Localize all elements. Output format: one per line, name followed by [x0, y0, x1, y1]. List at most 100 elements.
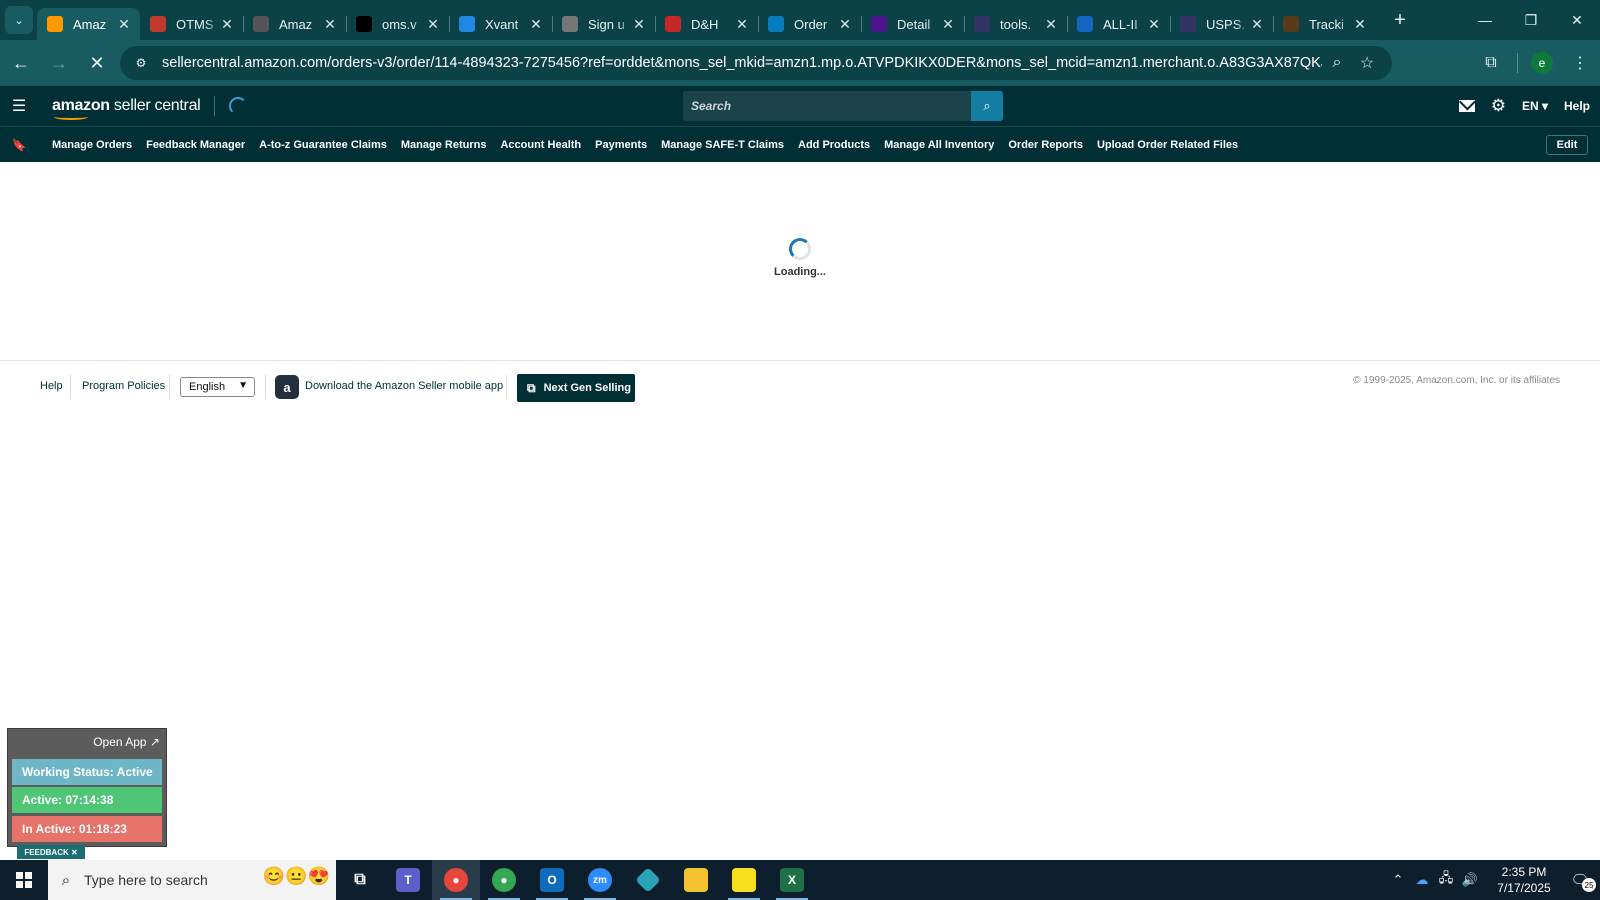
footer-help-link[interactable]: Help	[40, 380, 63, 392]
browser-tab[interactable]: USPS. ✕	[1170, 8, 1273, 40]
nav-link[interactable]: Feedback Manager	[146, 139, 245, 151]
nav-link[interactable]: Upload Order Related Files	[1097, 139, 1238, 151]
zoom-icon[interactable]: ⌕	[1322, 54, 1352, 72]
kebab-menu-icon[interactable]: ⋮	[1562, 45, 1598, 81]
program-policies-link[interactable]: Program Policies	[82, 380, 165, 392]
seller-central-logo[interactable]: amazon seller central	[52, 97, 201, 120]
close-window-button[interactable]: ✕	[1554, 0, 1600, 40]
browser-tab[interactable]: Tracki ✕	[1273, 8, 1376, 40]
stop-loading-button[interactable]: ✕	[80, 46, 114, 80]
browser-tab[interactable]: Sign u ✕	[552, 8, 655, 40]
close-icon[interactable]: ✕	[116, 16, 132, 33]
close-icon[interactable]: ✕	[1249, 16, 1265, 33]
working-status: Working Status: Active	[12, 759, 162, 785]
nav-link[interactable]: Order Reports	[1008, 139, 1083, 151]
restore-button[interactable]: ❐	[1508, 0, 1554, 40]
language-selector[interactable]: EN ▾	[1522, 99, 1548, 113]
close-icon[interactable]: ✕	[322, 16, 338, 33]
task-view-button[interactable]: ⧉	[336, 860, 384, 900]
close-icon[interactable]: ✕	[528, 16, 544, 33]
nav-link[interactable]: Manage All Inventory	[884, 139, 994, 151]
app-diamond[interactable]	[624, 860, 672, 900]
address-bar[interactable]: ⚙ sellercentral.amazon.com/orders-v3/ord…	[120, 46, 1392, 80]
notification-center-button[interactable]: 🗨 25	[1560, 860, 1600, 900]
network-icon[interactable]: 🖧	[1434, 869, 1458, 891]
chrome-profile-app[interactable]: ●	[480, 860, 528, 900]
open-app-link[interactable]: Open App ↗	[93, 735, 160, 749]
site-info-icon[interactable]: ⚙	[126, 56, 156, 70]
nav-link[interactable]: Manage SAFE-T Claims	[661, 139, 784, 151]
start-button[interactable]	[0, 860, 48, 900]
chevron-up-icon[interactable]: ⌃	[1386, 872, 1410, 888]
nav-link[interactable]: Add Products	[798, 139, 870, 151]
nav-link[interactable]: Account Health	[500, 139, 581, 151]
browser-tab[interactable]: Order ✕	[758, 8, 861, 40]
sticky-notes-app[interactable]	[720, 860, 768, 900]
close-icon[interactable]: ✕	[837, 16, 853, 33]
seller-central-header: ☰ amazon seller central Search ⌕ ⚙ EN ▾ …	[0, 86, 1600, 126]
close-icon[interactable]: ✕	[1352, 16, 1368, 33]
tab-search-button[interactable]: ⌄	[5, 6, 33, 34]
browser-tab[interactable]: ALL-II ✕	[1067, 8, 1170, 40]
browser-tab[interactable]: Xvant ✕	[449, 8, 552, 40]
close-icon[interactable]: ✕	[1146, 16, 1162, 33]
browser-tab[interactable]: D&H ✕	[655, 8, 758, 40]
search-input[interactable]: Search	[683, 91, 971, 121]
x-logo-icon	[459, 16, 475, 32]
browser-tab[interactable]: Amaz ✕	[37, 8, 140, 40]
url-text[interactable]: sellercentral.amazon.com/orders-v3/order…	[162, 55, 1322, 71]
minimize-button[interactable]: —	[1462, 0, 1508, 40]
nav-link[interactable]: Payments	[595, 139, 647, 151]
zoom-app[interactable]: zm	[576, 860, 624, 900]
hamburger-menu-icon[interactable]: ☰	[0, 96, 38, 116]
close-icon[interactable]: ✕	[219, 16, 235, 33]
bookmark-star-icon[interactable]: ☆	[1352, 53, 1382, 73]
close-icon[interactable]: ✕	[940, 16, 956, 33]
new-tab-button[interactable]: +	[1386, 9, 1414, 32]
loading-spinner-icon	[229, 97, 248, 115]
download-app-link[interactable]: Download the Amazon Seller mobile app	[305, 380, 503, 392]
bookmark-icon[interactable]: 🔖	[0, 138, 38, 152]
outlook-app[interactable]: O	[528, 860, 576, 900]
tab-title: Sign u	[588, 16, 625, 32]
chrome-app[interactable]: ●	[432, 860, 480, 900]
file-explorer-app[interactable]	[672, 860, 720, 900]
browser-tab[interactable]: oms.v ✕	[346, 8, 449, 40]
nav-link[interactable]: Manage Orders	[52, 139, 132, 151]
next-gen-selling-label: Next Gen Selling	[543, 382, 631, 394]
close-icon[interactable]: ✕	[631, 16, 647, 33]
teams-app[interactable]: T	[384, 860, 432, 900]
browser-tab[interactable]: Detail ✕	[861, 8, 964, 40]
edit-bookmarks-button[interactable]: Edit	[1546, 135, 1588, 155]
feedback-tab[interactable]: FEEDBACK ✕	[17, 845, 85, 859]
footer-divider	[169, 375, 170, 399]
help-link[interactable]: Help	[1564, 99, 1590, 113]
close-icon[interactable]: ✕	[425, 16, 441, 33]
forward-button[interactable]: →	[42, 46, 76, 80]
search-box: Search ⌕	[683, 91, 1003, 121]
taskbar-clock[interactable]: 2:35 PM 7/17/2025	[1488, 864, 1560, 896]
amazon-seller-app-icon[interactable]: a	[275, 375, 299, 399]
excel-app[interactable]: X	[768, 860, 816, 900]
close-icon[interactable]: ✕	[1043, 16, 1059, 33]
chevron-down-icon: ▼	[238, 380, 248, 391]
profile-button[interactable]: e	[1524, 45, 1560, 81]
footer-divider	[265, 375, 266, 399]
browser-tab[interactable]: OTMS ✕	[140, 8, 243, 40]
next-gen-selling-button[interactable]: ⧉ Next Gen Selling	[517, 374, 635, 402]
nav-link[interactable]: Manage Returns	[401, 139, 487, 151]
volume-icon[interactable]: 🔊	[1458, 872, 1482, 888]
extensions-icon[interactable]: ⧉	[1473, 45, 1509, 81]
footer-language-select[interactable]: English ▼	[180, 377, 255, 397]
back-button[interactable]: ←	[4, 46, 38, 80]
nav-link[interactable]: A-to-z Guarantee Claims	[259, 139, 387, 151]
search-button[interactable]: ⌕	[971, 91, 1003, 121]
onedrive-icon[interactable]: ☁	[1410, 872, 1434, 888]
gear-icon[interactable]: ⚙	[1491, 96, 1506, 116]
diamond-app-icon	[635, 867, 661, 893]
browser-tab[interactable]: Amaz ✕	[243, 8, 346, 40]
mail-icon[interactable]	[1458, 100, 1475, 112]
taskbar-search[interactable]: ⌕ Type here to search 😊😐😍	[48, 860, 336, 900]
close-icon[interactable]: ✕	[734, 16, 750, 33]
browser-tab[interactable]: tools. ✕	[964, 8, 1067, 40]
